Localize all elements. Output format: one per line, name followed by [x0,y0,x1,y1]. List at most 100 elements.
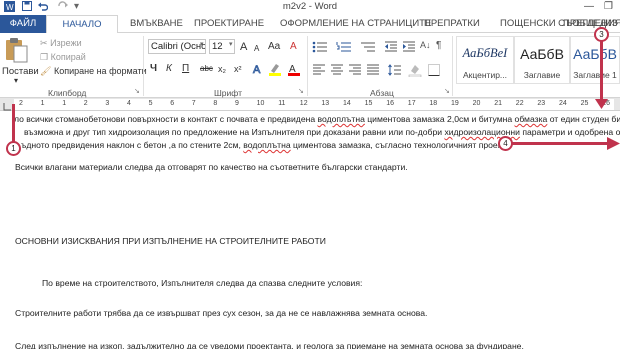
sort-icon[interactable]: A↓ [420,40,431,50]
scissors-icon: ✂ [40,38,48,48]
svg-text:A: A [253,64,261,76]
highlight-icon[interactable] [268,62,282,81]
document-page[interactable]: ло всички стоманобетонови повърхности в … [0,111,620,349]
grow-font-button[interactable]: A [240,40,247,54]
ruler-number: 23 [537,100,546,107]
spelling-error[interactable]: хидроизолационни [444,127,520,137]
font-launcher-icon[interactable]: ↘ [298,87,304,95]
title-bar: W ▾ m2v2 - Word — ❐ [0,0,620,15]
show-marks-icon[interactable]: ¶ [436,40,441,51]
font-name-dropdown-icon[interactable]: ▾ [200,40,204,48]
copy-icon: ❐ [40,52,49,62]
section-heading: ОСНОВНИ ИЗИСКВАНИЯ ПРИ ИЗПЪЛНЕНИЕ НА СТР… [15,236,326,246]
justify-icon[interactable] [366,63,380,81]
font-name-combo[interactable]: Calibri (Осно [148,39,206,54]
tab-insert[interactable]: ВМЪКВАНЕ [130,15,183,33]
multilevel-list-icon[interactable] [360,40,376,58]
brush-icon: 🖌 [40,66,52,76]
paragraph-launcher-icon[interactable]: ↘ [444,87,450,95]
cut-button[interactable]: ✂ Изрежи [40,37,82,49]
align-center-icon[interactable] [330,63,344,81]
style-emphasis[interactable]: АаБбВеІ Акцентир... [456,36,514,84]
bold-button[interactable]: Ч [150,62,157,76]
ruler-number: 14 [343,100,351,107]
borders-icon[interactable] [428,63,440,81]
ruler-number: 7 [191,100,196,107]
style-sample: АаБбВеІ [462,46,508,60]
paragraph-line: ъдното предвидения наклон с бетон ,а по … [21,140,507,151]
shrink-font-button[interactable]: A [254,42,259,56]
restore-button[interactable]: ❐ [604,0,613,14]
spelling-error[interactable]: водоплътна [243,140,290,150]
tab-references[interactable]: ПРЕПРАТКИ [424,15,480,33]
ruler-number: 2 [83,100,88,107]
style-name: Заглавие [523,70,561,80]
ruler-number: 22 [515,100,524,107]
paste-button[interactable]: Постави ▾ [2,37,39,85]
clipboard-launcher-icon[interactable]: ↘ [134,87,140,95]
group-divider [452,36,453,96]
tab-design[interactable]: ПРОЕКТИРАНЕ [194,15,264,33]
style-heading-1[interactable]: АаБбВ Заглавие 1 [570,36,620,84]
line-spacing-icon[interactable] [388,63,402,81]
minimize-button[interactable]: — [584,0,594,14]
cut-label: Изрежи [50,38,82,48]
decrease-indent-icon[interactable] [384,40,398,58]
spelling-error[interactable]: обмазка [515,114,548,124]
style-title[interactable]: АаБбВ Заглавие [514,36,570,84]
tab-layout[interactable]: ОФОРМЛЕНИЕ НА СТРАНИЦИТЕ [280,15,431,33]
format-painter-button[interactable]: 🖌 Копиране на формати [40,65,147,77]
ruler-number: 1 [40,100,45,107]
font-group-label: Шрифт [214,88,242,98]
text-effects-icon[interactable]: A [252,62,264,81]
window-title: m2v2 - Word [282,1,338,12]
superscript-button[interactable]: x² [234,62,242,76]
spelling-error[interactable]: водоплътна [318,114,365,124]
ruler-number: 10 [256,100,265,107]
copy-button[interactable]: ❐ Копирай [40,51,86,63]
style-sample: АаБбВ [520,46,564,62]
style-name: Акцентир... [462,70,508,80]
copy-label: Копирай [50,52,86,62]
text-run: ло всички стоманобетонови повърхности в … [14,114,318,124]
group-divider [143,36,144,96]
shading-icon[interactable] [408,63,422,82]
ruler-number: 18 [429,100,438,107]
ruler-number: 8 [213,100,218,107]
paragraph-line: ло всички стоманобетонови повърхности в … [14,114,620,125]
style-name: Заглавие 1 [573,70,617,80]
ruler-number: 1 [62,100,67,107]
change-case-button[interactable]: Aa [268,40,280,54]
annotation-marker-4: 4 [498,136,513,151]
subscript-button[interactable]: x₂ [218,62,226,76]
tab-file[interactable]: ФАЙЛ [0,15,46,33]
font-color-icon[interactable]: A [288,62,300,81]
font-size-dropdown-icon[interactable]: ▾ [229,40,233,48]
ruler-number: 17 [407,100,416,107]
annotation-arrow-3 [600,38,603,100]
ruler-number: 5 [148,100,153,107]
ruler-number: 21 [494,100,502,107]
align-left-icon[interactable] [312,63,326,81]
format-painter-label: Копиране на формати [53,66,147,76]
horizontal-ruler[interactable]: 2 1 1 2 3 4 5 6 7 8 9 10 11 12 13 14 15 16 17 18 19 20 21 22 23 2… [0,98,620,111]
ruler-number: 20 [472,100,481,107]
ruler-number: 16 [386,100,394,107]
clear-formatting-button[interactable]: A [290,40,297,54]
paragraph-line: По време на строителството, Изпълнителя … [42,278,363,288]
ribbon: Постави ▾ ✂ Изрежи ❐ Копирай 🖌 Копиране … [0,33,620,98]
ruler-number: 25 [580,100,589,107]
underline-button[interactable]: П [182,62,189,76]
numbering-icon[interactable] [336,40,352,58]
ruler-number: 3 [105,100,110,107]
paste-dropdown-arrow[interactable]: ▾ [14,76,18,85]
align-right-icon[interactable] [348,63,362,81]
ruler-number: 13 [321,100,330,107]
italic-button[interactable]: К [166,62,172,76]
ruler-number: 12 [299,100,308,107]
tab-home[interactable]: НАЧАЛО [46,15,118,34]
strikethrough-button[interactable]: abc [200,62,213,76]
increase-indent-icon[interactable] [402,40,416,58]
annotation-marker-1: 1 [6,141,21,156]
bullets-icon[interactable] [312,40,328,58]
